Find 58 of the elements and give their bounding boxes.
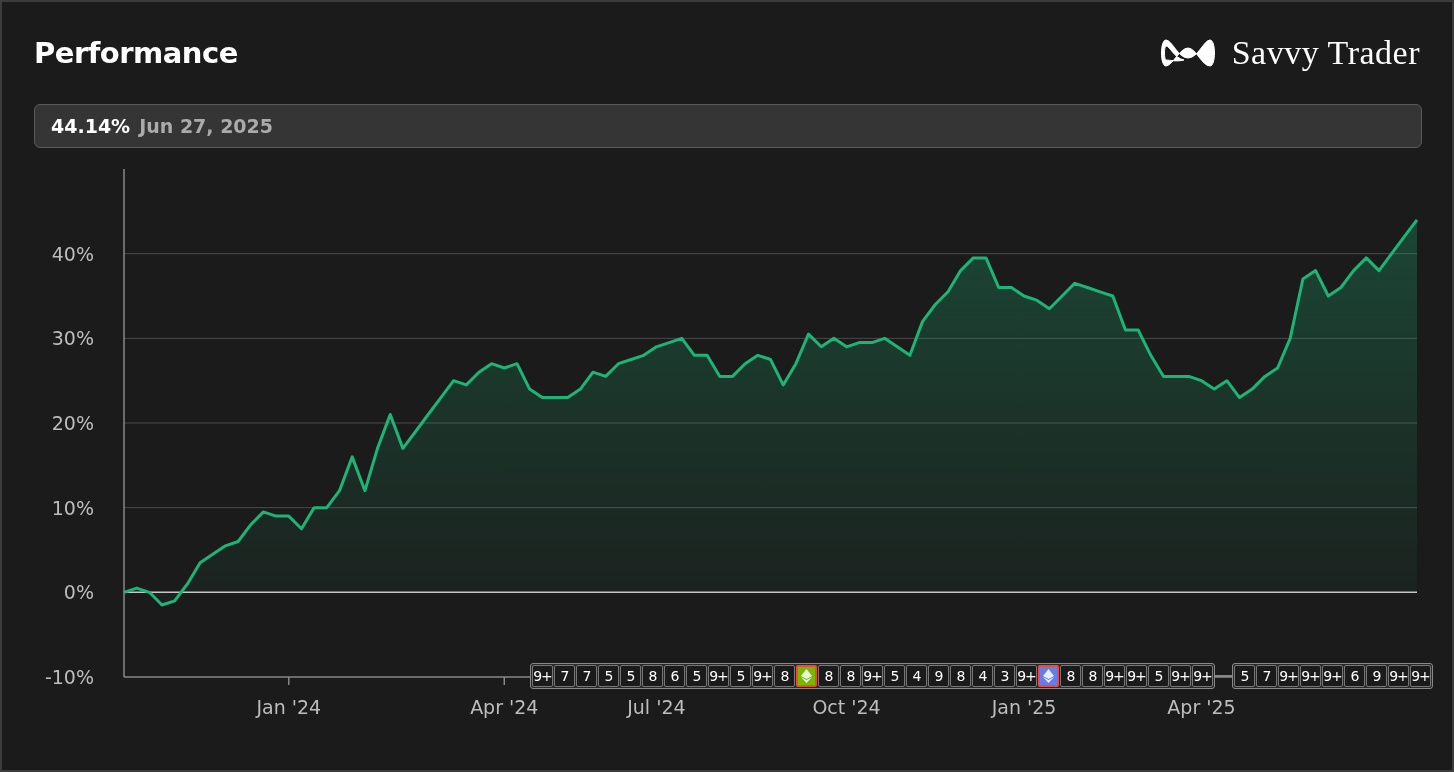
event-count-marker[interactable]: 9+ — [1170, 665, 1191, 687]
asset-logo-marker[interactable] — [1038, 665, 1059, 687]
event-count-marker[interactable]: 5 — [884, 665, 905, 687]
x-axis-label: Apr '25 — [1167, 696, 1236, 718]
logo-icon — [1043, 669, 1054, 683]
event-count-marker[interactable]: 9+ — [752, 665, 773, 687]
event-count-marker[interactable]: 5 — [686, 665, 707, 687]
event-count-marker[interactable]: 3 — [994, 665, 1015, 687]
x-axis-label: Jan '24 — [256, 696, 322, 718]
event-count-marker[interactable]: 9+ — [862, 665, 883, 687]
y-axis-label: 30% — [51, 327, 94, 350]
event-count-marker[interactable]: 8 — [1082, 665, 1103, 687]
event-count-marker[interactable]: 5 — [598, 665, 619, 687]
event-count-marker[interactable]: 9 — [1366, 665, 1387, 687]
x-axis-label: Jan '25 — [991, 696, 1057, 718]
event-count-marker[interactable]: 6 — [664, 665, 685, 687]
event-count-marker[interactable]: 9+ — [532, 665, 553, 687]
performance-value: 44.14% — [51, 115, 131, 137]
event-count-marker[interactable]: 7 — [576, 665, 597, 687]
page-title: Performance — [34, 36, 238, 70]
event-count-marker[interactable]: 8 — [1060, 665, 1081, 687]
x-axis-label: Apr '24 — [470, 696, 539, 718]
event-count-marker[interactable]: 5 — [1148, 665, 1169, 687]
event-count-marker[interactable]: 9+ — [1104, 665, 1125, 687]
event-count-marker[interactable]: 9+ — [708, 665, 729, 687]
event-count-marker[interactable]: 5 — [730, 665, 751, 687]
y-axis-label: -10% — [44, 666, 94, 688]
asset-logo-marker[interactable] — [796, 665, 817, 687]
y-axis-label: 0% — [63, 581, 94, 604]
event-count-marker[interactable]: 9+ — [1192, 665, 1213, 687]
event-count-marker[interactable]: 4 — [906, 665, 927, 687]
y-axis-label: 20% — [51, 412, 94, 434]
event-count-marker[interactable]: 8 — [642, 665, 663, 687]
brand-name: Savvy Trader — [1231, 34, 1420, 72]
event-count-marker[interactable]: 9+ — [1300, 665, 1321, 687]
y-axis-label: 10% — [51, 496, 94, 519]
y-axis-label: 40% — [51, 242, 94, 265]
event-count-marker[interactable]: 9+ — [1278, 665, 1299, 687]
event-count-marker[interactable]: 9 — [928, 665, 949, 687]
event-count-marker[interactable]: 6 — [1344, 665, 1365, 687]
event-count-marker[interactable]: 8 — [950, 665, 971, 687]
event-count-marker[interactable]: 9+ — [1388, 665, 1409, 687]
x-axis-label: Oct '24 — [812, 696, 881, 718]
event-count-marker[interactable]: 5 — [620, 665, 641, 687]
event-count-marker[interactable]: 5 — [1234, 665, 1255, 687]
event-count-marker[interactable]: 7 — [554, 665, 575, 687]
event-count-marker[interactable]: 4 — [972, 665, 993, 687]
event-count-marker[interactable]: 9+ — [1126, 665, 1147, 687]
performance-date: Jun 27, 2025 — [139, 115, 274, 137]
event-count-marker[interactable]: 9+ — [1016, 665, 1037, 687]
event-count-marker[interactable]: 8 — [840, 665, 861, 687]
logo-icon — [801, 669, 812, 683]
event-count-marker[interactable]: 9+ — [1410, 665, 1431, 687]
x-axis-label: Jul '24 — [627, 696, 686, 718]
event-count-marker[interactable]: 9+ — [1322, 665, 1343, 687]
event-count-marker[interactable]: 8 — [818, 665, 839, 687]
event-count-marker[interactable]: 8 — [774, 665, 795, 687]
event-count-marker[interactable]: 7 — [1256, 665, 1277, 687]
